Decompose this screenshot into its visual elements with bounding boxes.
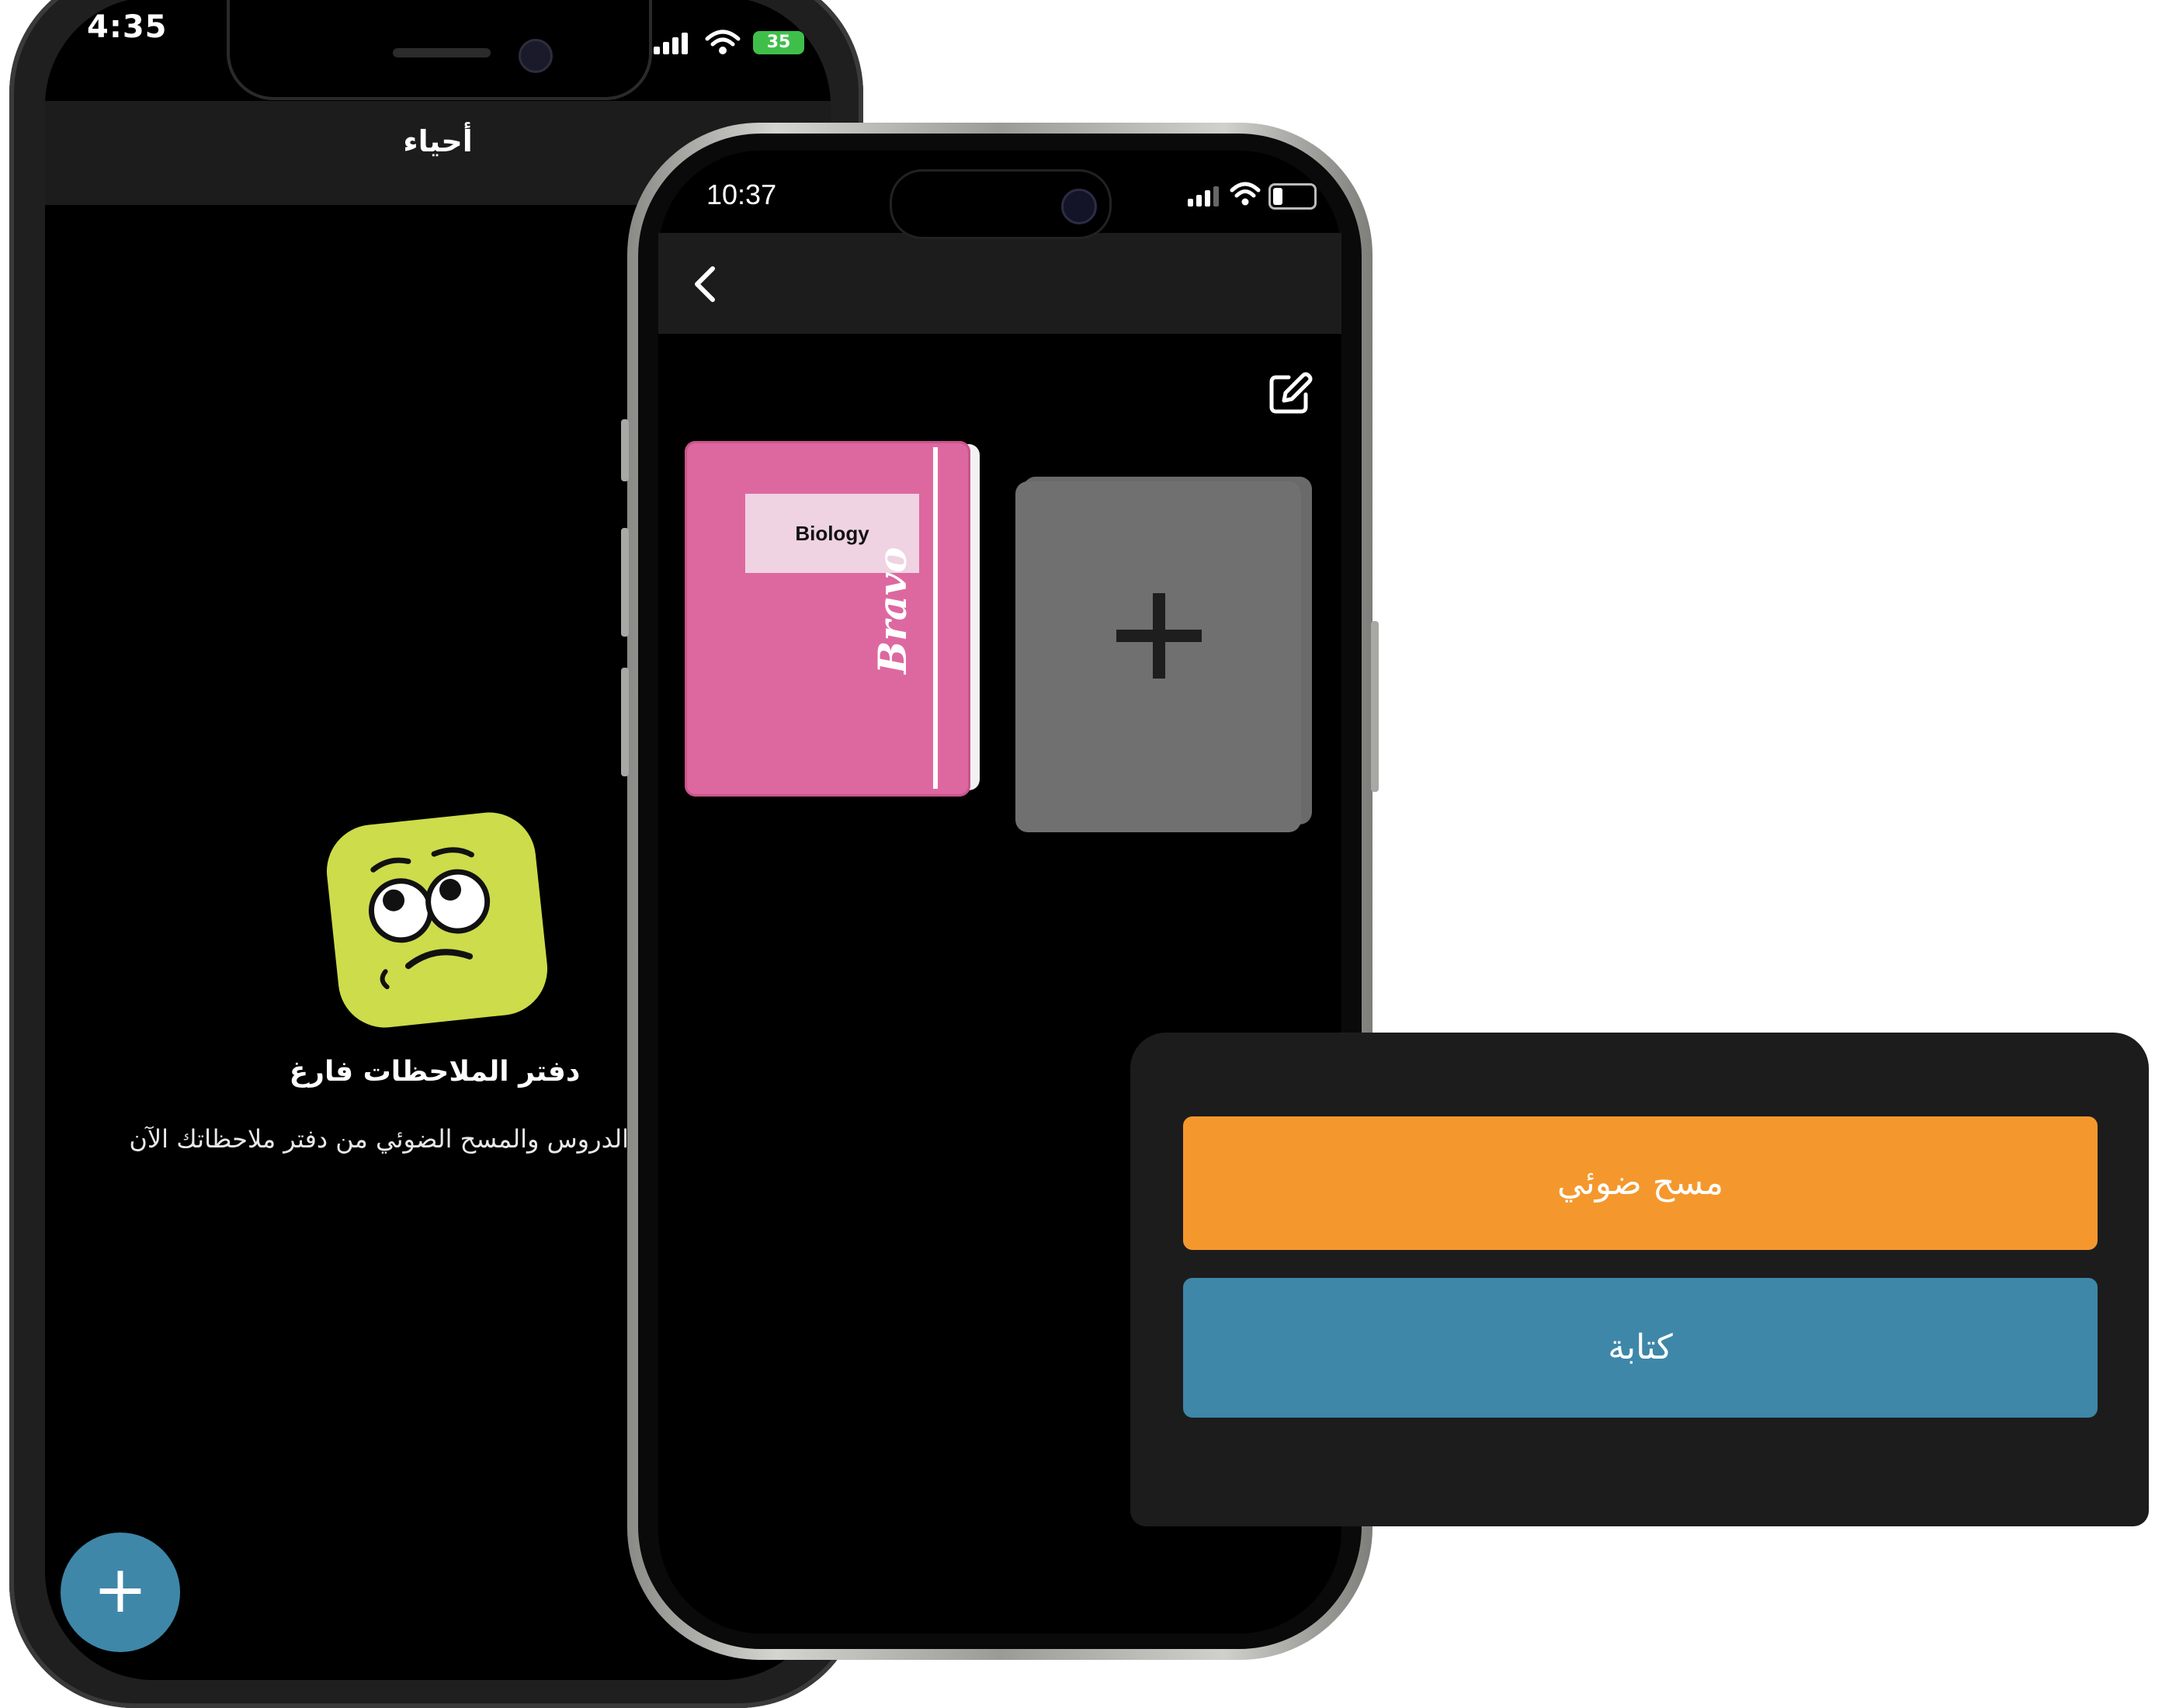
write-button[interactable]: كتابة [1183, 1278, 2098, 1418]
notebook-biology[interactable]: Biology Bravo [685, 441, 981, 798]
add-notebook-button[interactable] [1015, 477, 1312, 834]
chevron-left-icon[interactable] [683, 261, 730, 307]
scan-button[interactable]: مسح ضوئي [1183, 1116, 2098, 1250]
notch [227, 0, 652, 100]
side-button-left [621, 668, 629, 776]
side-button-left [621, 419, 629, 481]
plus-icon: + [92, 1551, 148, 1627]
side-button-right [1371, 621, 1379, 792]
plus-icon [1116, 593, 1202, 679]
side-button-left [621, 528, 629, 637]
camera-lens [519, 39, 553, 73]
battery-icon [1268, 183, 1317, 210]
status-time: 4:35 [87, 9, 168, 45]
signal-icon [654, 33, 688, 54]
battery-icon: 35 [753, 31, 804, 54]
add-fab-button[interactable]: + [61, 1533, 180, 1652]
camera-lens [1061, 189, 1097, 224]
signal-icon [1188, 186, 1219, 207]
notebook-stripe [933, 447, 938, 789]
wifi-icon [1230, 182, 1261, 206]
empty-notebook-mascot-icon [326, 812, 548, 1028]
dynamic-island [890, 169, 1112, 239]
wifi-icon [705, 30, 741, 54]
empty-state-subtitle: الدروس والمسح الضوئي من دفتر ملاحظاتك ال… [129, 1124, 629, 1154]
notebook-brand: Bravo [869, 547, 915, 674]
status-time: 10:37 [706, 179, 777, 210]
header-bar [658, 233, 1341, 334]
edit-icon[interactable] [1265, 370, 1314, 418]
speaker-grille [393, 48, 491, 57]
